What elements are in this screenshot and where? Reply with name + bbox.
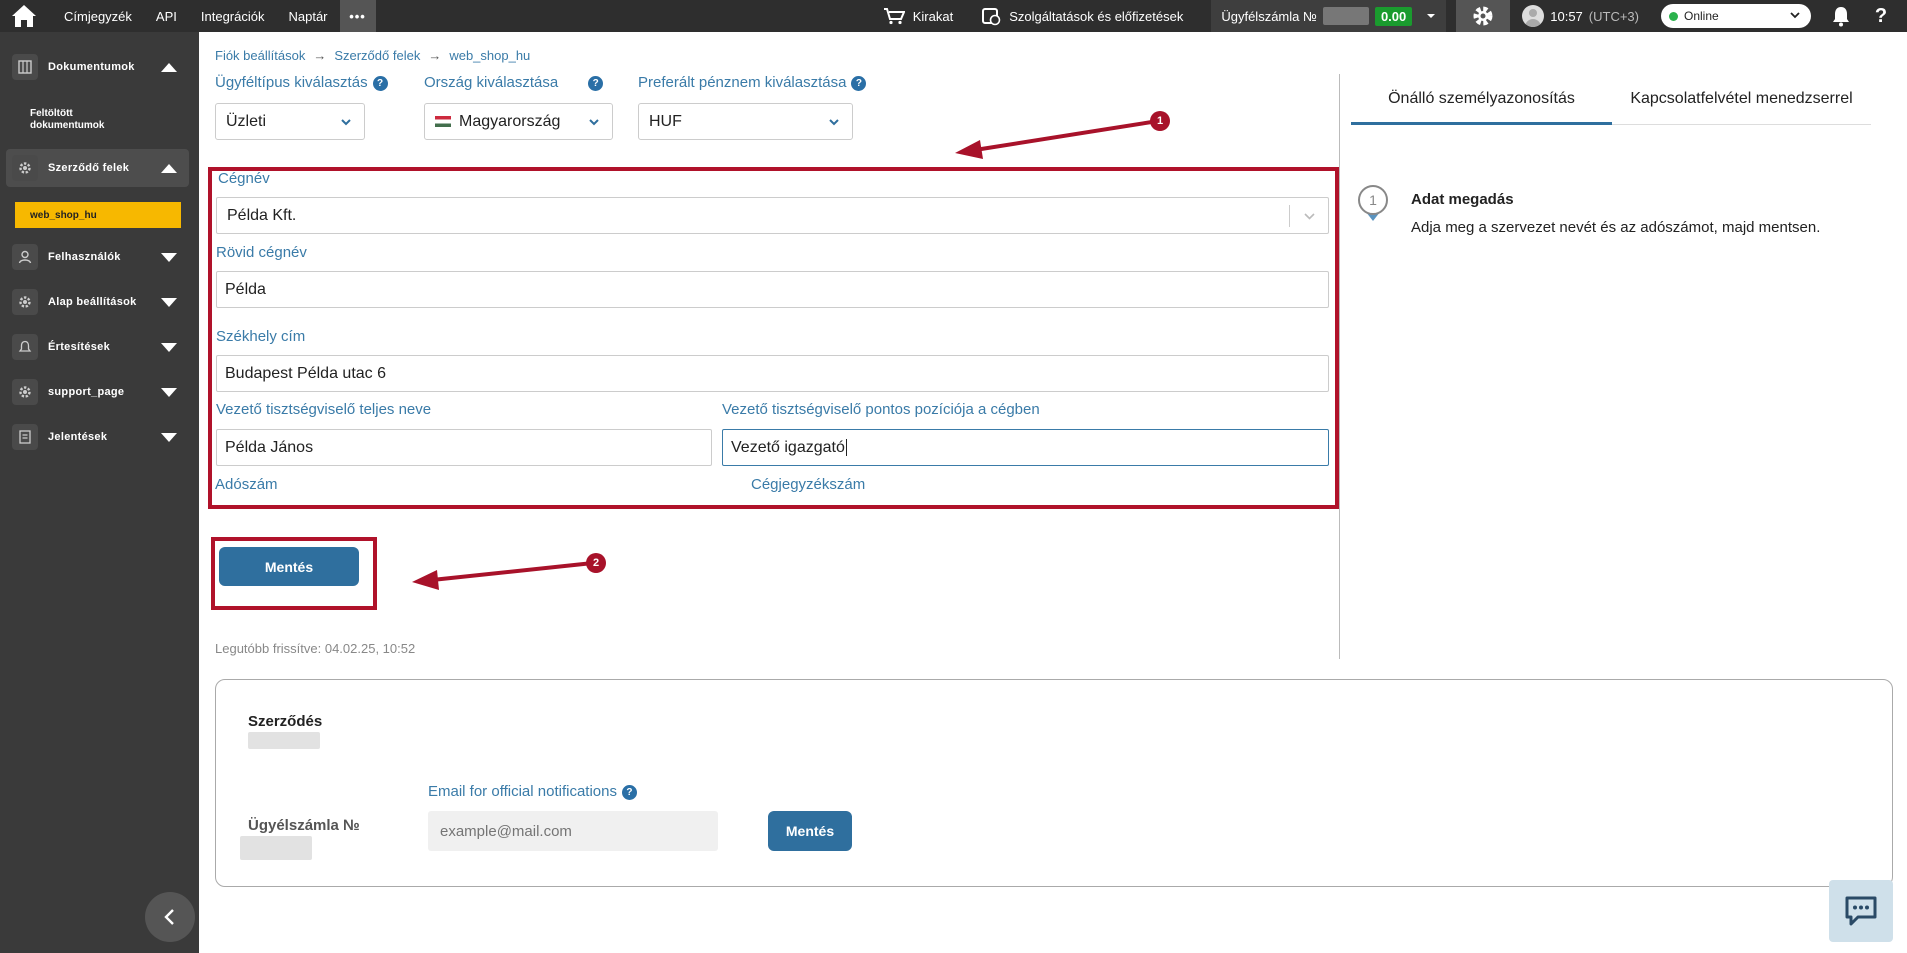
contract-value-masked — [248, 732, 320, 749]
annotation-arrow-1 — [974, 119, 1159, 152]
annotation-badge-2: 2 — [586, 553, 606, 573]
last-updated-text: Legutóbb frissítve: 04.02.25, 10:52 — [215, 641, 416, 656]
official-email-label: Email for official notifications? — [428, 783, 637, 800]
contract-save-button[interactable]: Mentés — [768, 811, 852, 851]
save-button[interactable]: Mentés — [219, 547, 359, 586]
account-number-label: Ügyélszámla № — [248, 817, 360, 834]
contract-title: Szerződés — [248, 713, 323, 730]
tab-self-identification[interactable]: Önálló személyazonosítás — [1351, 74, 1612, 124]
annotation-arrowhead-2 — [412, 570, 439, 590]
annotation-arrowhead-1 — [955, 140, 983, 159]
annotation-badge-1: 1 — [1150, 111, 1170, 131]
vertical-divider — [1339, 74, 1340, 659]
active-tab-indicator — [1351, 122, 1612, 125]
tab-contact-manager[interactable]: Kapcsolatfelvétel menedzserrel — [1612, 74, 1871, 124]
step-title: Adat megadás — [1411, 191, 1514, 208]
help-icon[interactable]: ? — [621, 785, 637, 800]
account-number-masked — [240, 836, 312, 860]
step-description: Adja meg a szervezet nevét és az adószám… — [1411, 219, 1821, 236]
step-number-badge: 1 — [1358, 185, 1388, 215]
official-email-field[interactable] — [428, 811, 718, 851]
contract-card: Szerződés Ügyélszámla № Email for offici… — [215, 679, 1893, 887]
chat-icon — [1845, 896, 1877, 926]
chat-button[interactable] — [1829, 880, 1893, 942]
annotation-arrow-2 — [431, 561, 594, 582]
